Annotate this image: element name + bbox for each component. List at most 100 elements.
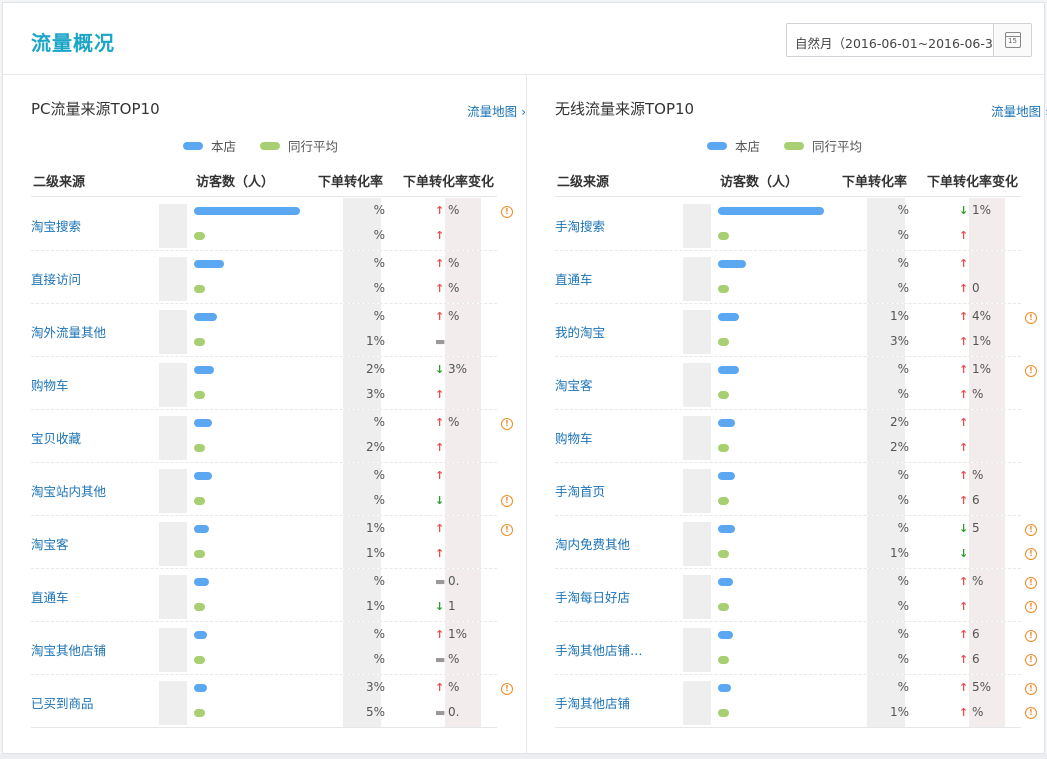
table-row[interactable]: 宝贝收藏% 2% ↑ ↑%! <box>31 410 513 463</box>
table-row[interactable]: 购物车 2% 3% ↓ ↑ 3% <box>31 357 497 410</box>
warning-icon[interactable]: ! <box>1025 365 1037 377</box>
conversion-change-store: 0. <box>448 574 460 588</box>
source-link[interactable]: 购物车 <box>555 428 593 447</box>
column-header-conversion[interactable]: 下单转化率 <box>842 171 907 190</box>
table-row[interactable]: 直接访问%% ↑ ↑%% <box>31 251 497 304</box>
warning-icon[interactable]: ! <box>501 206 513 218</box>
calendar-button[interactable] <box>993 24 1031 56</box>
conversion-change-store: 4% <box>972 309 992 323</box>
warning-icon[interactable]: ! <box>1025 654 1037 666</box>
traffic-map-link-label: 流量地图 <box>467 104 518 119</box>
source-link[interactable]: 淘宝客 <box>31 534 69 553</box>
legend-item-store[interactable]: 本店 <box>183 136 236 155</box>
change-up-arrow-icon: ↑ <box>435 229 445 242</box>
table-row[interactable]: 直通车%% ↑ ↑ 0 <box>555 251 1021 304</box>
warning-icon[interactable]: ! <box>1025 630 1037 642</box>
legend-item-peer[interactable]: 同行平均 <box>260 136 338 155</box>
store-visitors-bar <box>194 366 214 374</box>
source-link[interactable]: 手淘搜索 <box>555 216 605 235</box>
change-up-arrow-icon: ↑ <box>959 416 969 429</box>
source-link[interactable]: 直通车 <box>31 587 69 606</box>
column-header-visitors[interactable]: 访客数（人） <box>720 171 798 190</box>
source-link[interactable]: 淘宝搜索 <box>31 216 81 235</box>
warning-icon[interactable]: ! <box>1025 312 1037 324</box>
source-link[interactable]: 直接访问 <box>31 269 81 288</box>
table-row[interactable]: 淘内免费其他% 1% ↓ ↓ 5!! <box>555 516 1037 569</box>
source-link[interactable]: 淘宝站内其他 <box>31 481 106 500</box>
redacted-visitors-block <box>683 681 711 725</box>
conversion-change-store: % <box>448 256 460 270</box>
traffic-map-link[interactable]: 流量地图› <box>467 101 526 120</box>
table-row[interactable]: 手淘其他店铺% 1% ↑ ↑ 5%%!! <box>555 675 1037 728</box>
source-link[interactable]: 已买到商品 <box>31 693 94 712</box>
legend-swatch-store <box>707 141 727 150</box>
traffic-map-link[interactable]: 流量地图› <box>991 101 1047 120</box>
legend: 本店 同行平均 <box>707 136 862 155</box>
conversion-rate-peer: 2% <box>889 440 909 454</box>
change-up-arrow-icon: ↑ <box>435 469 445 482</box>
change-up-arrow-icon: ↑ <box>435 204 445 217</box>
source-link[interactable]: 购物车 <box>31 375 69 394</box>
table-row[interactable]: 已买到商品 3% 5% ↑ ▬% 0.! <box>31 675 513 728</box>
conversion-rate-peer: % <box>897 387 909 401</box>
table-row[interactable]: 淘宝站内其他%% ↑ ↓! <box>31 463 513 516</box>
redacted-change-block <box>969 251 1005 303</box>
table-row[interactable]: 手淘其他店铺…%% ↑ ↑ 6 6!! <box>555 622 1037 675</box>
table-row[interactable]: 手淘首页%% ↑ ↑% 6 <box>555 463 1021 516</box>
table-row[interactable]: 手淘搜索%% ↓ ↑ 1% <box>555 198 1021 251</box>
table-row[interactable]: 淘宝客%% ↑ ↑ 1%%! <box>555 357 1037 410</box>
warning-icon[interactable]: ! <box>501 495 513 507</box>
warning-icon[interactable]: ! <box>1025 683 1037 695</box>
table-row[interactable]: 手淘每日好店%% ↑ ↑%!! <box>555 569 1037 622</box>
source-link[interactable]: 宝贝收藏 <box>31 428 81 447</box>
column-header-source: 二级来源 <box>557 175 610 190</box>
legend-item-store[interactable]: 本店 <box>707 136 760 155</box>
conversion-rate-store: % <box>897 468 909 482</box>
source-link[interactable]: 淘内免费其他 <box>555 534 630 553</box>
warning-icon[interactable]: ! <box>1025 577 1037 589</box>
conversion-rate-store: 2% <box>365 362 385 376</box>
source-link[interactable]: 淘宝客 <box>555 375 593 394</box>
mobile-traffic-panel: 无线流量来源TOP10 流量地图› 本店 同行平均 二级来源 访客数（人） 下单… <box>555 75 1047 755</box>
source-link[interactable]: 手淘其他店铺… <box>555 640 643 659</box>
source-link[interactable]: 我的淘宝 <box>555 322 605 341</box>
table-row[interactable]: 购物车 2% 2% ↑ ↑ <box>555 410 1021 463</box>
conversion-change-store: % <box>972 468 984 482</box>
store-visitors-bar <box>194 472 212 480</box>
conversion-change-store: 6 <box>972 627 980 641</box>
warning-icon[interactable]: ! <box>501 683 513 695</box>
redacted-visitors-block <box>159 575 187 619</box>
column-header-conversion[interactable]: 下单转化率 <box>318 171 383 190</box>
warning-icon[interactable]: ! <box>1025 601 1037 613</box>
column-header-conversion-change[interactable]: 下单转化率变化 <box>927 171 1018 190</box>
source-link[interactable]: 手淘首页 <box>555 481 605 500</box>
table-row[interactable]: 淘宝搜索%% ↑ ↑%! <box>31 198 513 251</box>
warning-icon[interactable]: ! <box>1025 524 1037 536</box>
source-link[interactable]: 手淘其他店铺 <box>555 693 630 712</box>
warning-icon[interactable]: ! <box>501 524 513 536</box>
conversion-rate-peer: % <box>897 652 909 666</box>
date-range-picker[interactable]: 自然月（2016-06-01~2016-06-30） <box>786 23 1032 57</box>
redacted-visitors-block <box>683 522 711 566</box>
column-header-visitors[interactable]: 访客数（人） <box>196 171 274 190</box>
source-link[interactable]: 手淘每日好店 <box>555 587 630 606</box>
warning-icon[interactable]: ! <box>1025 548 1037 560</box>
table-row[interactable]: 我的淘宝 1% 3% ↑ ↑ 4% 1%! <box>555 304 1037 357</box>
table-row[interactable]: 淘宝客 1% 1% ↑ ↑! <box>31 516 513 569</box>
source-link[interactable]: 直通车 <box>555 269 593 288</box>
conversion-rate-store: % <box>897 574 909 588</box>
legend-swatch-peer <box>784 141 805 150</box>
table-row[interactable]: 淘外流量其他% 1% ↑ ▬% <box>31 304 497 357</box>
table-row[interactable]: 直通车% 1% ▬ ↓ 0. 1 <box>31 569 497 622</box>
conversion-change-store: % <box>448 309 460 323</box>
table-row[interactable]: 淘宝其他店铺%% ↑ ▬ 1%% <box>31 622 497 675</box>
change-up-arrow-icon: ↑ <box>959 494 969 507</box>
source-link[interactable]: 淘宝其他店铺 <box>31 640 106 659</box>
legend: 本店 同行平均 <box>183 136 338 155</box>
source-link[interactable]: 淘外流量其他 <box>31 322 106 341</box>
warning-icon[interactable]: ! <box>501 418 513 430</box>
conversion-rate-store: % <box>373 203 385 217</box>
column-header-conversion-change[interactable]: 下单转化率变化 <box>403 171 494 190</box>
warning-icon[interactable]: ! <box>1025 707 1037 719</box>
legend-item-peer[interactable]: 同行平均 <box>784 136 862 155</box>
